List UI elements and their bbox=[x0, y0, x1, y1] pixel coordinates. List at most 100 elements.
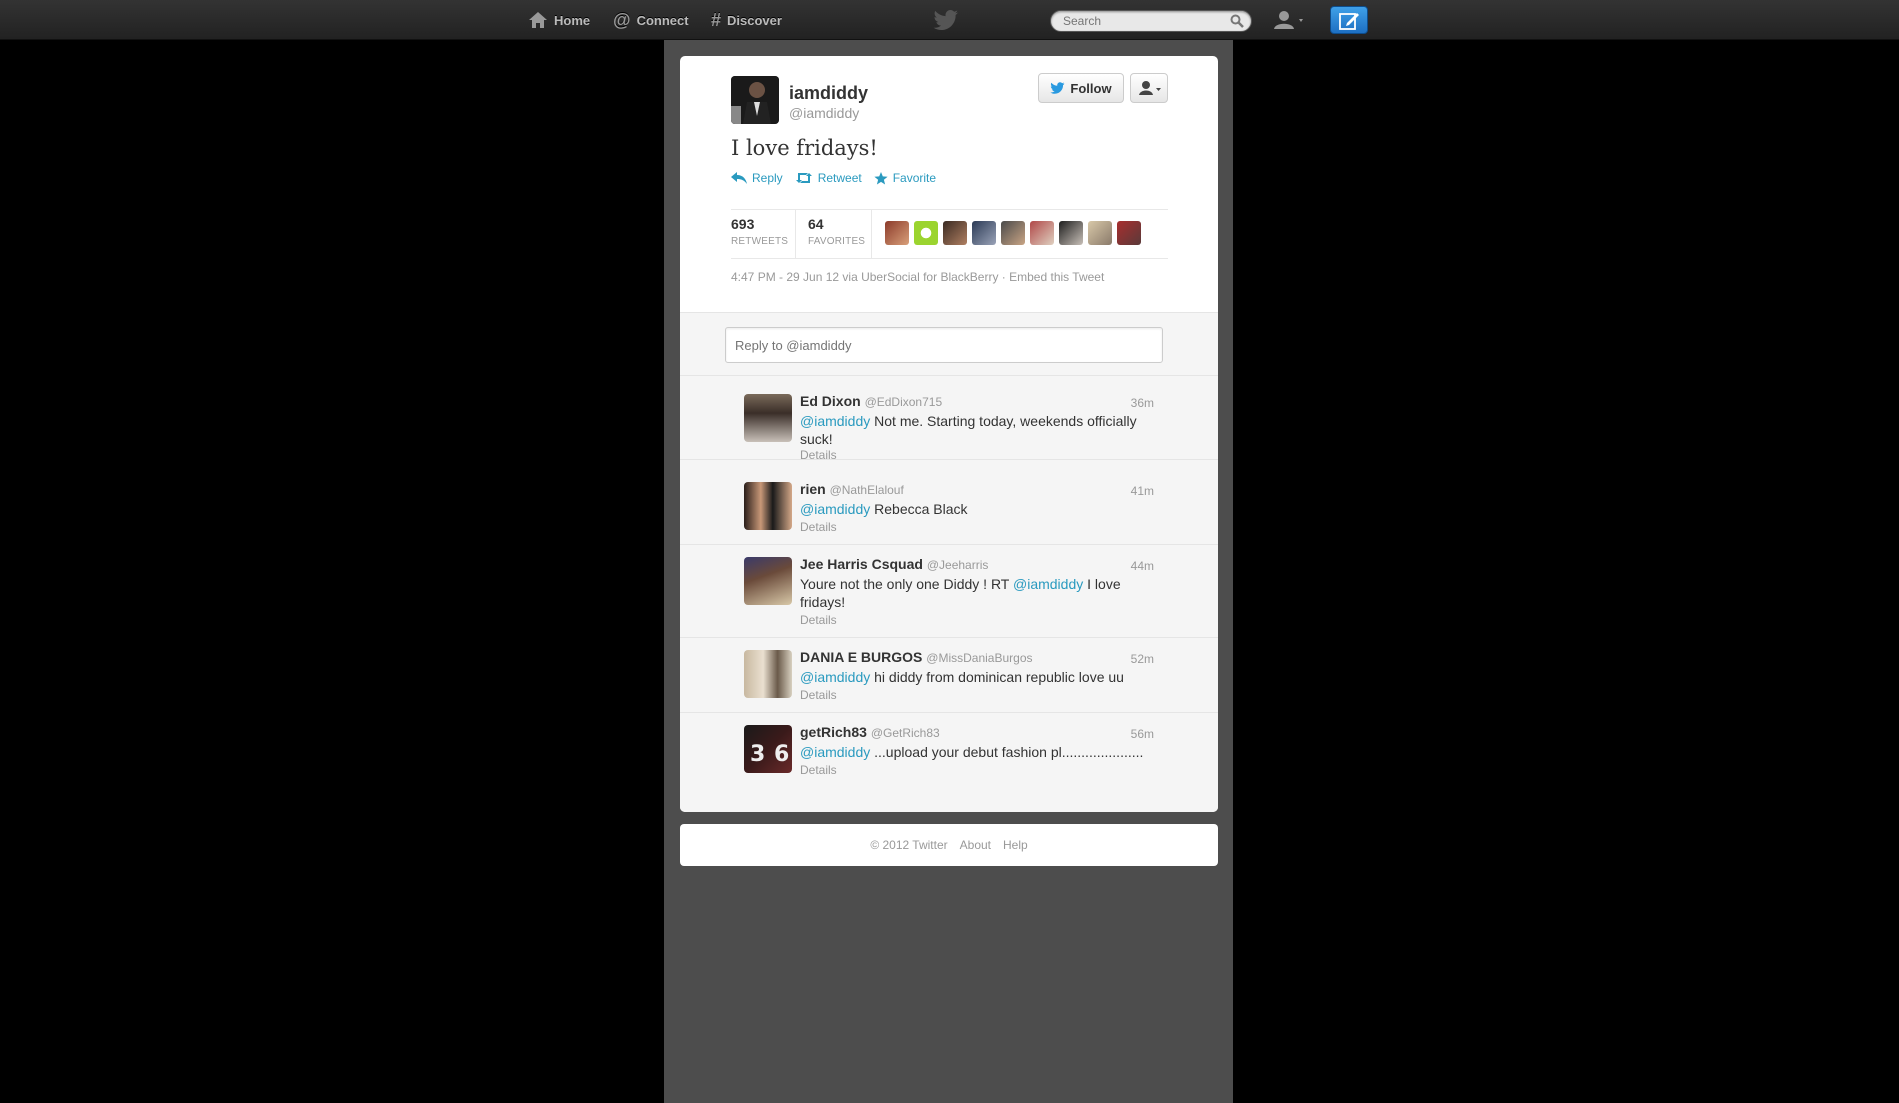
retweets-count: 693 bbox=[731, 216, 755, 232]
svg-text:3: 3 bbox=[750, 742, 765, 767]
reply-details-link[interactable]: Details bbox=[800, 688, 837, 702]
reply-avatar[interactable] bbox=[744, 394, 792, 442]
home-icon bbox=[529, 12, 547, 28]
footer: © 2012 Twitter About Help bbox=[680, 824, 1218, 866]
reply-author-handle[interactable]: @NathElalouf bbox=[830, 483, 904, 497]
reply-body-prefix: Youre not the only one Diddy ! RT bbox=[800, 576, 1013, 592]
jersey-image: 36 bbox=[750, 742, 789, 767]
reply-text: @iamdiddy ...upload your debut fashion p… bbox=[800, 743, 1180, 761]
reply-author-handle[interactable]: @MissDaniaBurgos bbox=[926, 651, 1032, 665]
retweet-label: Retweet bbox=[817, 171, 862, 185]
stats-divider bbox=[871, 210, 872, 258]
favorite-action[interactable]: Favorite bbox=[874, 171, 936, 185]
tweet-card: iamdiddy @iamdiddy Follow I love fridays… bbox=[680, 56, 1218, 812]
embed-tweet-link[interactable]: Embed this Tweet bbox=[1009, 270, 1104, 284]
user-menu[interactable] bbox=[1272, 9, 1312, 31]
reply-details-link[interactable]: Details bbox=[800, 448, 837, 462]
user-avatar[interactable] bbox=[1059, 221, 1083, 245]
tweet-timestamp[interactable]: 4:47 PM - 29 Jun 12 via UberSocial for B… bbox=[731, 270, 998, 284]
tweet-actions: Reply Retweet Favorite bbox=[731, 171, 936, 185]
reply-author-name[interactable]: DANIA E BURGOS bbox=[800, 649, 922, 665]
reply-header: rien @NathElalouf bbox=[800, 481, 904, 497]
search-icon[interactable] bbox=[1230, 14, 1244, 28]
reply-author-handle[interactable]: @EdDixon715 bbox=[865, 395, 943, 409]
twitter-bird-icon bbox=[1050, 82, 1065, 94]
tweet-meta: 4:47 PM - 29 Jun 12 via UberSocial for B… bbox=[731, 270, 1104, 284]
search-box bbox=[1050, 10, 1252, 32]
author-handle[interactable]: @iamdiddy bbox=[789, 105, 859, 121]
reply-icon bbox=[731, 172, 747, 184]
mention-link[interactable]: @iamdiddy bbox=[800, 501, 870, 517]
reply-avatar[interactable] bbox=[744, 482, 792, 530]
reply-author-name[interactable]: Jee Harris Csquad bbox=[800, 556, 923, 572]
twitter-bird-icon[interactable] bbox=[933, 10, 959, 30]
retweets-stat[interactable]: 693 RETWEETS bbox=[731, 216, 788, 247]
author-name[interactable]: iamdiddy bbox=[789, 83, 868, 104]
nav-home[interactable]: Home bbox=[528, 0, 590, 40]
favorites-count: 64 bbox=[808, 216, 824, 232]
reply-avatar[interactable] bbox=[744, 557, 792, 605]
tweet-text: I love fridays! bbox=[731, 136, 878, 160]
user-avatar[interactable] bbox=[1001, 221, 1025, 245]
nav-discover[interactable]: # Discover bbox=[711, 0, 782, 40]
reply-author-handle[interactable]: @GetRich83 bbox=[871, 726, 940, 740]
reply-details-link[interactable]: Details bbox=[800, 520, 837, 534]
mention-link[interactable]: @iamdiddy bbox=[800, 744, 870, 760]
reply-author-name[interactable]: rien bbox=[800, 481, 826, 497]
reply-item[interactable]: 36 getRich83 @GetRich83 56m @iamdiddy ..… bbox=[680, 713, 1218, 789]
reply-time[interactable]: 36m bbox=[1131, 396, 1154, 410]
at-sign-icon: @ bbox=[613, 10, 631, 30]
user-avatar[interactable] bbox=[972, 221, 996, 245]
user-avatar[interactable] bbox=[943, 221, 967, 245]
compose-tweet-button[interactable] bbox=[1330, 6, 1368, 34]
user-avatar[interactable] bbox=[1030, 221, 1054, 245]
favorites-stat[interactable]: 64 FAVORITES bbox=[808, 216, 865, 247]
reply-details-link[interactable]: Details bbox=[800, 613, 837, 627]
follow-button[interactable]: Follow bbox=[1038, 73, 1124, 103]
mention-link[interactable]: @iamdiddy bbox=[800, 669, 870, 685]
user-avatar[interactable] bbox=[1117, 221, 1141, 245]
favoriting-users bbox=[885, 221, 1141, 245]
mention-link[interactable]: @iamdiddy bbox=[1013, 576, 1083, 592]
reply-item[interactable]: DANIA E BURGOS @MissDaniaBurgos 52m @iam… bbox=[680, 638, 1218, 713]
reply-author-name[interactable]: Ed Dixon bbox=[800, 393, 861, 409]
user-actions-dropdown[interactable] bbox=[1130, 73, 1168, 103]
nav-connect[interactable]: @ Connect bbox=[613, 0, 689, 40]
reply-item[interactable]: Jee Harris Csquad @Jeeharris 44m Youre n… bbox=[680, 545, 1218, 638]
reply-avatar[interactable] bbox=[744, 650, 792, 698]
star-icon bbox=[874, 171, 888, 184]
reply-item[interactable]: Ed Dixon @EdDixon715 36m @iamdiddy Not m… bbox=[680, 376, 1218, 462]
author-avatar[interactable] bbox=[731, 76, 779, 124]
nav-connect-label: Connect bbox=[636, 12, 689, 28]
reply-text: @iamdiddy Rebecca Black bbox=[800, 500, 1160, 518]
favorite-label: Favorite bbox=[892, 171, 937, 185]
hash-icon: # bbox=[711, 10, 722, 30]
help-link[interactable]: Help bbox=[1003, 838, 1028, 852]
reply-author-handle[interactable]: @Jeeharris bbox=[927, 558, 989, 572]
reply-text: Youre not the only one Diddy ! RT @iamdi… bbox=[800, 575, 1160, 611]
reply-details-link[interactable]: Details bbox=[800, 763, 837, 777]
reply-time[interactable]: 56m bbox=[1131, 727, 1154, 741]
about-link[interactable]: About bbox=[960, 838, 991, 852]
mention-link[interactable]: @iamdiddy bbox=[800, 413, 870, 429]
compose-icon bbox=[1339, 13, 1359, 30]
reply-time[interactable]: 44m bbox=[1131, 559, 1154, 573]
reply-time[interactable]: 52m bbox=[1131, 652, 1154, 666]
user-avatar[interactable] bbox=[1088, 221, 1112, 245]
reply-avatar[interactable]: 36 bbox=[744, 725, 792, 773]
reply-input[interactable] bbox=[726, 328, 1162, 362]
reply-action[interactable]: Reply bbox=[731, 171, 783, 185]
search-input[interactable] bbox=[1051, 11, 1221, 31]
retweet-action[interactable]: Retweet bbox=[795, 171, 862, 185]
reply-area bbox=[680, 312, 1218, 376]
tweet-detail: iamdiddy @iamdiddy Follow I love fridays… bbox=[680, 56, 1218, 312]
reply-author-name[interactable]: getRich83 bbox=[800, 724, 867, 740]
reply-item[interactable]: rien @NathElalouf 41m @iamdiddy Rebecca … bbox=[680, 470, 1218, 545]
user-avatar[interactable] bbox=[914, 221, 938, 245]
user-avatar[interactable] bbox=[885, 221, 909, 245]
reply-header: Ed Dixon @EdDixon715 bbox=[800, 393, 942, 409]
svg-text:6: 6 bbox=[774, 742, 789, 767]
reply-time[interactable]: 41m bbox=[1131, 484, 1154, 498]
reply-header: DANIA E BURGOS @MissDaniaBurgos bbox=[800, 649, 1033, 665]
meta-separator: · bbox=[998, 270, 1010, 284]
